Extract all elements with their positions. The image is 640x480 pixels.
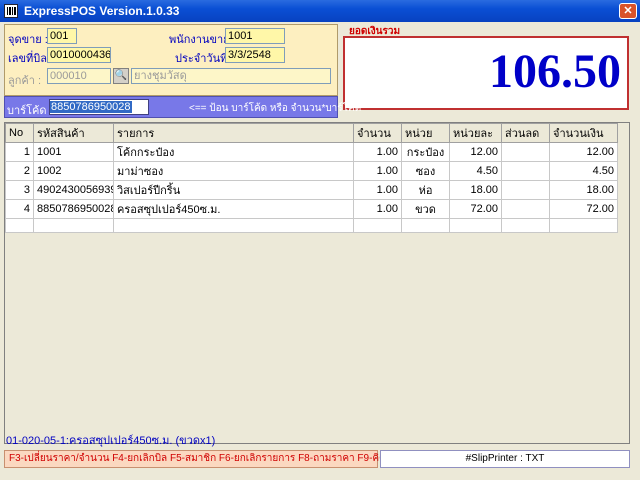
cell-code: 8850786950028	[33, 199, 114, 219]
close-button[interactable]: ✕	[619, 3, 637, 19]
col-header-name[interactable]: รายการ	[113, 123, 354, 143]
total-display: 106.50	[343, 36, 629, 110]
window-title: ExpressPOS Version.1.0.33	[24, 4, 180, 18]
function-keys-bar: F3-เปลี่ยนราคา/จำนวน F4-ยกเลิกบิล F5-สมา…	[4, 450, 401, 468]
cell-no: 3	[5, 180, 34, 200]
items-table: No รหัสสินค้า รายการ จำนวน หน่วย หน่วยละ…	[5, 123, 618, 233]
col-header-price[interactable]: หน่วยละ	[449, 123, 502, 143]
title-bar: ExpressPOS Version.1.0.33 ✕	[0, 0, 640, 22]
barcode-value: 8850786950028	[50, 101, 132, 113]
cell-name: วิสเปอร์ปีกริ้น	[113, 180, 354, 200]
cell-amount: 12.00	[549, 142, 618, 162]
cell-no: 1	[5, 142, 34, 162]
col-header-code[interactable]: รหัสสินค้า	[33, 123, 114, 143]
cell-discount	[501, 161, 550, 181]
customer-code-field[interactable]: 000010	[47, 68, 111, 84]
cell-no: 4	[5, 199, 34, 219]
bill-info-panel: จุดขาย : 001 เลขที่บิล : 0010000436 ลูกค…	[4, 24, 338, 96]
staff-field[interactable]: 1001	[225, 28, 285, 44]
cell-qty: 1.00	[353, 161, 402, 181]
cell-price: 72.00	[449, 199, 502, 219]
cell-qty: 1.00	[353, 180, 402, 200]
cell-unit: ขวด	[401, 199, 450, 219]
cell-name: โค้กกระป๋อง	[113, 142, 354, 162]
barcode-bar: บาร์โค้ด : 8850786950028 <== ป้อน บาร์โค…	[4, 96, 361, 118]
col-header-discount[interactable]: ส่วนลด	[501, 123, 550, 143]
printer-status: #SlipPrinter : TXT	[380, 450, 630, 468]
register-label: จุดขาย :	[8, 34, 48, 46]
cell-amount: 4.50	[549, 161, 618, 181]
cell-amount: 18.00	[549, 180, 618, 200]
items-grid[interactable]: No รหัสสินค้า รายการ จำนวน หน่วย หน่วยละ…	[4, 122, 630, 444]
cell-code: 1002	[33, 161, 114, 181]
col-header-no[interactable]: No	[5, 123, 34, 143]
cell-unit: ซอง	[401, 161, 450, 181]
cell-discount	[501, 180, 550, 200]
cell-qty: 1.00	[353, 199, 402, 219]
barcode-hint: <== ป้อน บาร์โค้ด หรือ จำนวน*บาร์โค้ด	[189, 103, 362, 114]
barcode-app-icon[interactable]	[4, 4, 18, 18]
cell-unit: ห่อ	[401, 180, 450, 200]
cell-discount	[501, 199, 550, 219]
cell-price: 4.50	[449, 161, 502, 181]
bill-number-field[interactable]: 0010000436	[47, 47, 111, 63]
cell-amount: 72.00	[549, 199, 618, 219]
table-row[interactable]: 2 1002 มาม่าซอง 1.00 ซอง 4.50 4.50	[5, 161, 618, 181]
table-row-empty[interactable]	[5, 218, 618, 233]
barcode-label: บาร์โค้ด :	[7, 105, 53, 117]
customer-name-field[interactable]: ยางชุมวัสดุ	[131, 68, 331, 84]
col-header-amount[interactable]: จำนวนเงิน	[549, 123, 618, 143]
cell-name: ครอสซุปเปอร์450ซ.ม.	[113, 199, 354, 219]
table-row[interactable]: 4 8850786950028 ครอสซุปเปอร์450ซ.ม. 1.00…	[5, 199, 618, 219]
cell-discount	[501, 142, 550, 162]
date-field[interactable]: 3/3/2548	[225, 47, 285, 63]
table-header-row: No รหัสสินค้า รายการ จำนวน หน่วย หน่วยละ…	[5, 123, 618, 143]
cell-price: 12.00	[449, 142, 502, 162]
total-amount: 106.50	[489, 45, 621, 98]
cell-no: 2	[5, 161, 34, 181]
col-header-qty[interactable]: จำนวน	[353, 123, 402, 143]
cell-unit: กระป๋อง	[401, 142, 450, 162]
pos-client-area: จุดขาย : 001 เลขที่บิล : 0010000436 ลูกค…	[0, 22, 640, 480]
cell-qty: 1.00	[353, 142, 402, 162]
total-frame: ยอดเงินรวม 106.50	[343, 24, 629, 110]
table-row[interactable]: 1 1001 โค้กกระป๋อง 1.00 กระป๋อง 12.00 12…	[5, 142, 618, 162]
cell-code: 4902430056939	[33, 180, 114, 200]
cell-price: 18.00	[449, 180, 502, 200]
last-item-status: 01-020-05-1:ครอสซุปเปอร์450ซ.ม. (ขวดx1)	[6, 435, 216, 447]
register-field[interactable]: 001	[47, 28, 77, 44]
barcode-input[interactable]: 8850786950028	[49, 99, 149, 115]
cell-code: 1001	[33, 142, 114, 162]
table-row[interactable]: 3 4902430056939 วิสเปอร์ปีกริ้น 1.00 ห่อ…	[5, 180, 618, 200]
cell-name: มาม่าซอง	[113, 161, 354, 181]
customer-lookup-button[interactable]: 🔍	[113, 68, 129, 84]
col-header-unit[interactable]: หน่วย	[401, 123, 450, 143]
customer-label: ลูกค้า :	[8, 75, 42, 87]
